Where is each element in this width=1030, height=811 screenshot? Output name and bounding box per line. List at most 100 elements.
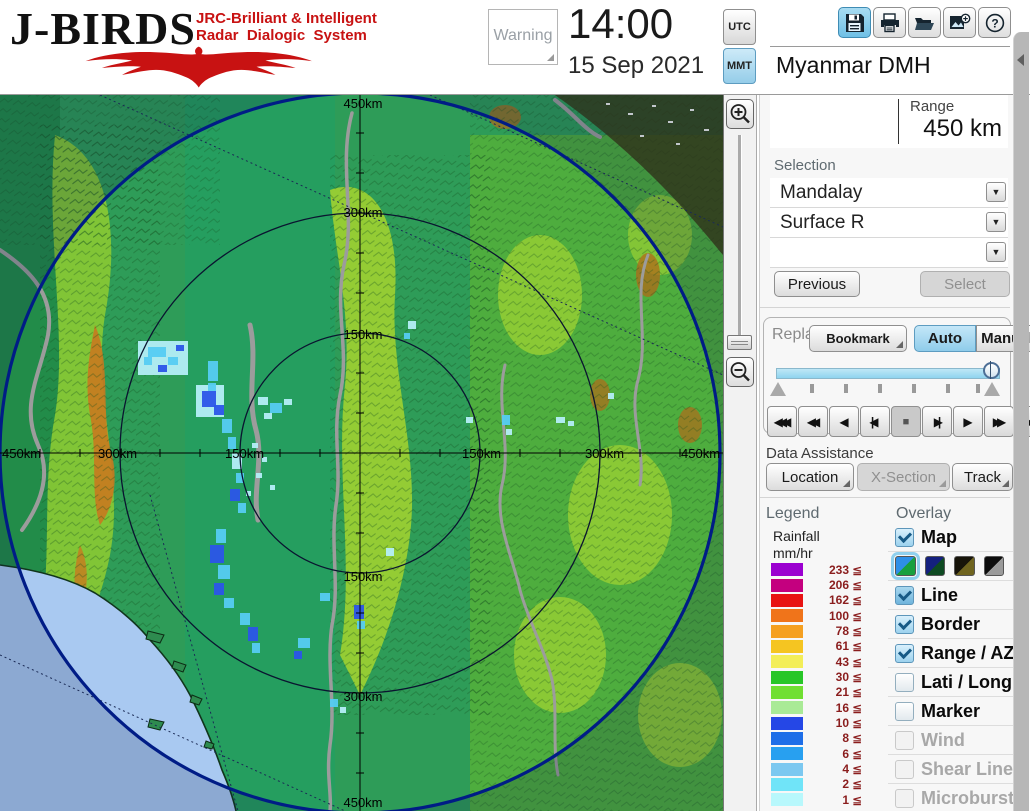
dropdown-arrow-icon[interactable]: ▼ — [986, 182, 1006, 202]
auto-button[interactable]: Auto — [914, 325, 976, 352]
unchecked-checkbox[interactable] — [895, 672, 914, 692]
overlay-item-shear-line[interactable]: Shear Line — [888, 754, 1013, 783]
legend-entry: 30 ≦ — [771, 669, 883, 684]
rewind-fast-button[interactable]: ◀◀◀ — [767, 406, 797, 437]
print-icon — [880, 12, 899, 32]
toolbar-separator — [770, 46, 1010, 47]
select-button[interactable]: Select — [920, 271, 1010, 297]
print-button[interactable] — [873, 7, 906, 38]
app-logo-tagline: JRC-Brilliant & Intelligent Radar Dialog… — [196, 10, 377, 44]
overlay-item-marker[interactable]: Marker — [888, 696, 1013, 725]
selection-field-1[interactable]: Mandalay ▼ — [770, 178, 1008, 208]
dropdown-arrow-icon[interactable]: ▼ — [986, 212, 1006, 232]
jbirds-window: J-BIRDS JRC-Brilliant & Intelligent Rada… — [0, 0, 1030, 811]
step-first-button[interactable]: |◀ — [860, 406, 890, 437]
legend-entry: 10 ≦ — [771, 715, 883, 730]
legend-swatch — [771, 777, 803, 791]
legend-swatch — [771, 762, 803, 776]
rewind-button[interactable]: ◀◀ — [798, 406, 828, 437]
overlay-item-range-az[interactable]: Range / AZ — [888, 638, 1014, 667]
checked-checkbox[interactable] — [895, 527, 914, 547]
dropdown-arrow-icon[interactable]: ▼ — [986, 242, 1006, 262]
selection-field-2[interactable]: Surface R ▼ — [770, 208, 1008, 238]
previous-button[interactable]: Previous — [774, 271, 860, 297]
replay-slider-track[interactable] — [776, 368, 1000, 379]
overlay-item-microburst[interactable]: Microburst — [888, 783, 1014, 811]
slider-end-marker[interactable] — [984, 382, 1000, 396]
checked-checkbox[interactable] — [895, 585, 914, 605]
overlay-list: Map Line Border Range / AZ Lati / Long Marker… — [888, 523, 1014, 811]
legend-swatch — [771, 624, 803, 638]
legend-entry: 2 ≦ — [771, 777, 883, 792]
replay-group: Replay Bookmark Auto Manual ◀◀◀ ◀◀ ◀ |◀ ■ ▶| ▶… — [763, 317, 1030, 437]
data-assistance-label: Data Assistance — [766, 445, 874, 462]
map-style-swatch-2[interactable] — [924, 556, 945, 576]
station-name: Myanmar DMH — [776, 52, 1006, 86]
svg-text:450km: 450km — [343, 795, 382, 810]
play-reverse-button[interactable]: ◀ — [829, 406, 859, 437]
legend-swatch — [771, 701, 803, 715]
svg-text:450km: 450km — [681, 446, 720, 461]
add-image-button[interactable] — [943, 7, 976, 38]
track-button[interactable]: Track — [952, 463, 1013, 491]
svg-text:150km: 150km — [462, 446, 501, 461]
step-last-button[interactable]: ▶| — [922, 406, 952, 437]
zoom-in-button[interactable] — [726, 99, 754, 129]
add-image-icon — [949, 13, 970, 29]
open-folder-icon — [915, 17, 934, 30]
map-style-row — [888, 551, 1013, 580]
zoom-slider-track[interactable] — [738, 135, 742, 343]
legend-entry: 43 ≦ — [771, 654, 883, 669]
legend-swatch — [771, 639, 803, 653]
save-button[interactable] — [838, 7, 871, 38]
checked-checkbox[interactable] — [895, 643, 914, 663]
overlay-item-line[interactable]: Line — [888, 580, 1013, 609]
warning-button[interactable]: Warning — [488, 9, 558, 65]
svg-text:300km: 300km — [585, 446, 624, 461]
stop-button[interactable]: ■ — [891, 406, 921, 437]
overlay-item-lati-long[interactable]: Lati / Long — [888, 667, 1013, 696]
collapse-arrow-icon — [1017, 54, 1024, 66]
svg-text:450km: 450km — [2, 446, 41, 461]
mmt-button[interactable]: MMT — [723, 48, 756, 84]
legend-entry: 4 ≦ — [771, 761, 883, 776]
overlay-item-map[interactable]: Map — [888, 523, 1013, 551]
clock-date: 15 Sep 2021 — [568, 52, 705, 79]
open-file-button[interactable] — [908, 7, 941, 38]
panel-collapse-strip[interactable] — [1013, 32, 1029, 811]
legend-swatch — [771, 609, 803, 623]
map-style-swatch-4[interactable] — [983, 556, 1004, 576]
overlay-item-wind[interactable]: Wind — [888, 725, 1013, 754]
utc-button[interactable]: UTC — [723, 9, 756, 45]
svg-text:?: ? — [991, 16, 998, 30]
replay-slider-handle[interactable] — [983, 361, 1000, 379]
separator — [760, 497, 1010, 498]
location-button[interactable]: Location — [766, 463, 854, 491]
selection-field-3[interactable]: ▼ — [770, 238, 1008, 268]
legend-entry: 162 ≦ — [771, 593, 883, 608]
svg-text:300km: 300km — [343, 689, 382, 704]
radar-map[interactable]: 450km 300km 150km 150km 300km 450km 450k… — [0, 95, 723, 811]
zoom-out-button[interactable] — [726, 357, 754, 387]
play-button[interactable]: ▶ — [953, 406, 983, 437]
overlay-item-border[interactable]: Border — [888, 609, 1013, 638]
legend-entry: 233 ≦ — [771, 562, 883, 577]
legend-scale: 233 ≦ 206 ≦ 162 ≦ 100 ≦ 78 ≦ 61 ≦ 43 ≦ 30 ≦ 21 ≦ 16 ≦ 10 ≦ 8 ≦ 6… — [771, 562, 883, 808]
forward-button[interactable]: ▶▶ — [984, 406, 1014, 437]
map-style-swatch-3[interactable] — [954, 556, 975, 576]
legend-swatch — [771, 685, 803, 699]
zoom-slider-handle[interactable] — [727, 335, 752, 350]
map-zoom-column — [723, 95, 757, 811]
unchecked-checkbox[interactable] — [895, 701, 914, 721]
checked-checkbox[interactable] — [895, 614, 914, 634]
bookmark-button[interactable]: Bookmark — [809, 325, 907, 352]
corner-triangle-icon — [843, 480, 850, 487]
map-style-swatch-1[interactable] — [891, 552, 920, 580]
legend-swatch — [771, 731, 803, 745]
svg-text:150km: 150km — [343, 327, 382, 342]
clock-time: 14:00 — [568, 0, 674, 47]
help-button[interactable]: ? — [978, 7, 1011, 38]
legend-swatch — [771, 716, 803, 730]
x-section-button[interactable]: X-Section — [857, 463, 950, 491]
slider-start-marker[interactable] — [770, 382, 786, 396]
